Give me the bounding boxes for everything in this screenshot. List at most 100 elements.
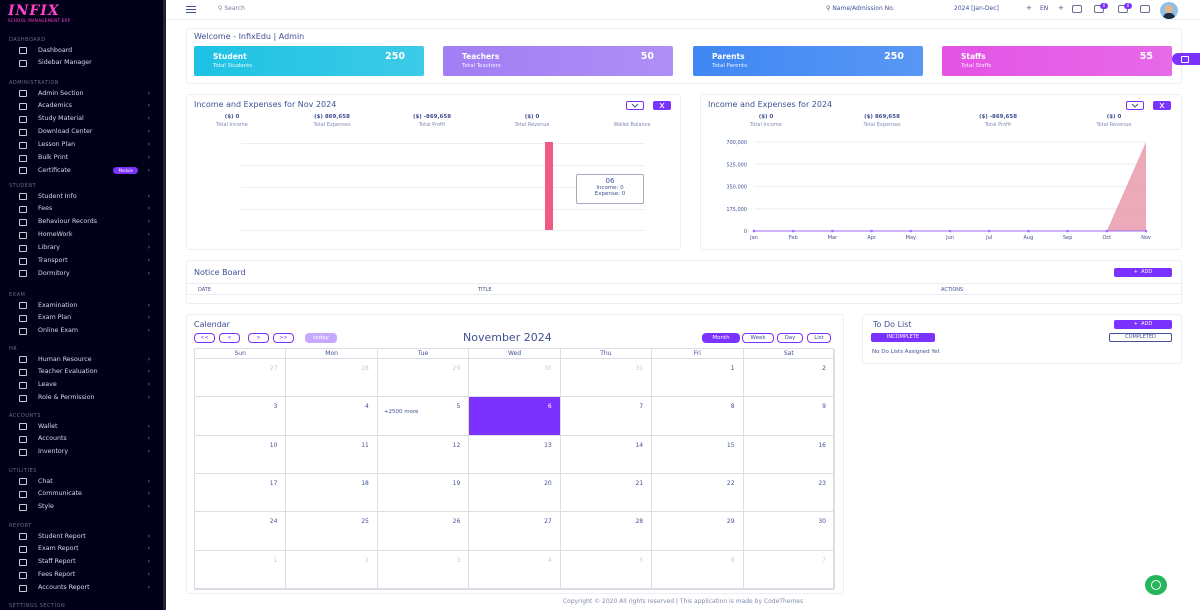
income-point[interactable] <box>831 229 834 233</box>
user-avatar[interactable] <box>1160 2 1178 19</box>
calendar-day-cell[interactable]: 13 <box>469 435 561 474</box>
sidebar-item-homework[interactable]: HomeWork › <box>18 229 158 241</box>
calendar-day-cell[interactable]: 17 <box>195 474 287 513</box>
next-month-button[interactable]: > <box>248 333 269 343</box>
calendar-day-cell[interactable]: 25 <box>286 512 378 551</box>
income-point[interactable] <box>752 229 756 233</box>
student-search-input[interactable]: ⚲ Name/Admission No. <box>826 5 895 12</box>
calendar-day-cell[interactable]: 28 <box>286 359 378 398</box>
calendar-day-cell[interactable]: 30 <box>743 512 835 551</box>
sidebar-item-transport[interactable]: Transport › <box>18 255 158 267</box>
sidebar-item-role-permission[interactable]: Role & Permission › <box>18 392 158 404</box>
next-year-button[interactable]: >> <box>273 333 294 343</box>
more-events-link[interactable]: +2500 more <box>384 409 419 415</box>
calendar-day-cell[interactable]: 7 <box>743 550 835 589</box>
sidebar-item-behaviour-records[interactable]: Behaviour Records › <box>18 216 158 228</box>
settings-icon[interactable] <box>1140 5 1150 13</box>
calendar-day-cell[interactable]: 6 <box>469 397 561 436</box>
calendar-day-cell[interactable]: 5 <box>560 550 653 589</box>
sidebar-item-bulk-print[interactable]: Bulk Print › <box>18 152 158 164</box>
list-view-button[interactable]: List <box>807 333 831 343</box>
calendar-day-cell[interactable]: 8 <box>652 397 744 436</box>
calendar-day-cell[interactable]: 19 <box>377 474 470 513</box>
collapse-button[interactable] <box>626 101 644 110</box>
income-point[interactable] <box>1105 229 1109 233</box>
sidebar-item-dashboard[interactable]: Dashboard <box>18 44 158 56</box>
sidebar-item-chat[interactable]: Chat › <box>18 475 158 487</box>
sidebar-item-leave[interactable]: Leave › <box>18 379 158 391</box>
calendar-day-cell[interactable]: 5 +2500 more <box>377 397 470 436</box>
calendar-day-cell[interactable]: 12 <box>377 435 470 474</box>
completed-tab[interactable]: COMPLETED <box>1109 333 1172 342</box>
sidebar-item-student-info[interactable]: Student Info › <box>18 190 158 202</box>
sidebar-item-fees-report[interactable]: Fees Report › <box>18 569 158 581</box>
sidebar-item-student-report[interactable]: Student Report › <box>18 530 158 542</box>
calendar-day-cell[interactable]: 3 <box>377 550 470 589</box>
theme-switcher-icon[interactable] <box>1172 53 1200 65</box>
sidebar-item-human-resource[interactable]: Human Resource › <box>18 353 158 365</box>
income-point[interactable] <box>791 229 795 233</box>
incomplete-tab[interactable]: INCOMPLETE <box>871 333 935 342</box>
calendar-day-cell[interactable]: 6 <box>652 550 744 589</box>
sidebar-item-certificate[interactable]: Certificate Module › <box>18 164 158 176</box>
stat-card-teachers[interactable]: Teachers Total Teachers 50 <box>443 46 673 76</box>
sidebar-item-accounts-report[interactable]: Accounts Report › <box>18 582 158 594</box>
income-point[interactable] <box>909 229 913 233</box>
calendar-day-cell[interactable]: 28 <box>560 512 653 551</box>
prev-year-button[interactable]: << <box>194 333 215 343</box>
income-point[interactable] <box>1066 229 1069 233</box>
close-button[interactable] <box>653 101 671 110</box>
add-notice-button[interactable]: + ADD <box>1114 268 1172 277</box>
sidebar-item-fees[interactable]: Fees › <box>18 203 158 215</box>
calendar-day-cell[interactable]: 15 <box>652 435 744 474</box>
calendar-day-cell[interactable]: 16 <box>743 435 835 474</box>
whatsapp-icon[interactable] <box>1145 575 1167 595</box>
sidebar-item-download-center[interactable]: Download Center › <box>18 126 158 138</box>
sidebar-item-teacher-evaluation[interactable]: Teacher Evaluation › <box>18 366 158 378</box>
month-view-button[interactable]: Month <box>702 333 740 343</box>
sidebar-item-admin-section[interactable]: Admin Section › <box>18 87 158 99</box>
calendar-day-cell[interactable]: 26 <box>377 512 470 551</box>
stat-card-parents[interactable]: Parents Total Parents 250 <box>693 46 923 76</box>
calendar-day-cell[interactable]: 11 <box>286 435 378 474</box>
website-icon[interactable] <box>1072 5 1082 13</box>
academic-year-select[interactable]: 2024 [Jan-Dec] <box>954 5 999 12</box>
language-select[interactable]: EN <box>1040 5 1048 12</box>
sidebar-item-academics[interactable]: Academics › <box>18 100 158 112</box>
calendar-day-cell[interactable]: 9 <box>743 397 835 436</box>
plus-icon[interactable]: + <box>1058 4 1064 12</box>
calendar-day-cell[interactable]: 23 <box>743 474 835 513</box>
sidebar-item-wallet[interactable]: Wallet › <box>18 420 158 432</box>
sidebar-item-inventory[interactable]: Inventory › <box>18 446 158 458</box>
calendar-day-cell[interactable]: 4 <box>286 397 378 436</box>
income-point[interactable] <box>870 229 873 233</box>
collapse-button[interactable] <box>1126 101 1144 110</box>
sidebar-item-lesson-plan[interactable]: Lesson Plan › <box>18 139 158 151</box>
sidebar-item-communicate[interactable]: Communicate › <box>18 488 158 500</box>
today-button[interactable]: today <box>305 333 337 343</box>
sidebar-item-style[interactable]: Style › <box>18 501 158 513</box>
sidebar-item-examination[interactable]: Examination › <box>18 299 158 311</box>
expense-bar[interactable] <box>545 142 553 230</box>
calendar-day-cell[interactable]: 29 <box>652 512 744 551</box>
sidebar-item-sidebar-manager[interactable]: Sidebar Manager <box>18 57 158 69</box>
calendar-day-cell[interactable]: 10 <box>195 435 287 474</box>
sidebar-item-dormitory[interactable]: Dormitory › <box>18 267 158 279</box>
prev-month-button[interactable]: < <box>219 333 240 343</box>
calendar-day-cell[interactable]: 22 <box>652 474 744 513</box>
sidebar-item-staff-report[interactable]: Staff Report › <box>18 556 158 568</box>
day-view-button[interactable]: Day <box>777 333 803 343</box>
close-button[interactable] <box>1153 101 1171 110</box>
add-todo-button[interactable]: + ADD <box>1114 320 1172 329</box>
calendar-day-cell[interactable]: 7 <box>560 397 653 436</box>
search-input[interactable]: ⚲ Search <box>218 5 245 12</box>
sidebar-item-exam-plan[interactable]: Exam Plan › <box>18 312 158 324</box>
calendar-day-cell[interactable]: 24 <box>195 512 287 551</box>
calendar-day-cell[interactable]: 3 <box>195 397 287 436</box>
calendar-day-cell[interactable]: 4 <box>469 550 561 589</box>
calendar-day-cell[interactable]: 1 <box>195 550 287 589</box>
calendar-day-cell[interactable]: 1 <box>652 359 744 398</box>
calendar-day-cell[interactable]: 29 <box>377 359 470 398</box>
sidebar-item-online-exam[interactable]: Online Exam › <box>18 325 158 337</box>
week-view-button[interactable]: Week <box>742 333 774 343</box>
